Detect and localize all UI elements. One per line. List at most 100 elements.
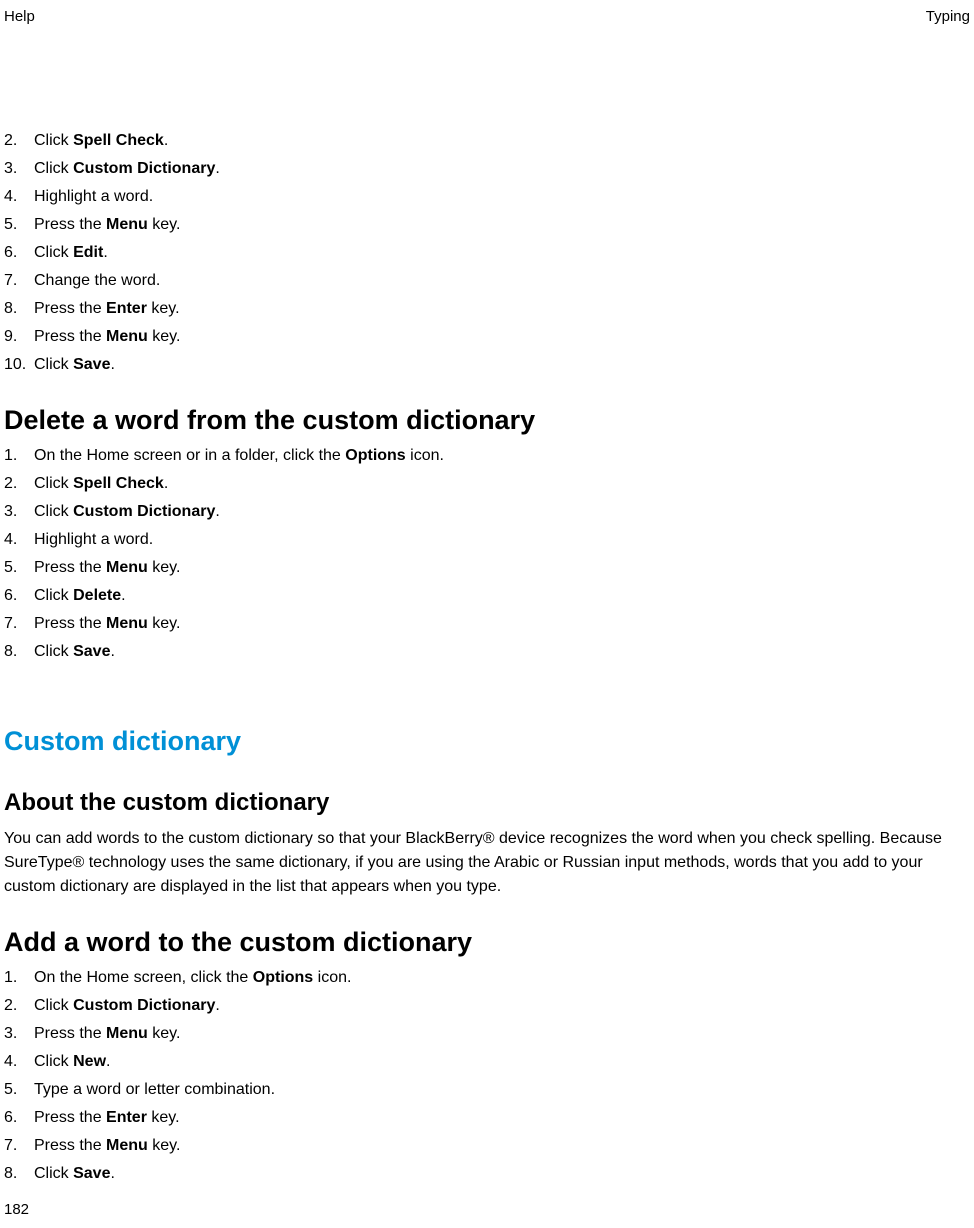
step-text: Click Edit. [34,241,108,265]
step-bold: Menu [106,328,148,345]
list-item: 3.Press the Menu key. [4,1022,970,1046]
step-text: Press the Menu key. [34,325,180,349]
list-item: 6.Click Delete. [4,584,970,608]
step-text: Press the Menu key. [34,213,180,237]
step-number: 4. [4,185,34,209]
step-bold: Custom Dictionary [73,160,215,177]
step-bold: New [73,1053,106,1070]
step-number: 1. [4,966,34,990]
heading-about-custom-dict: About the custom dictionary [4,789,970,817]
step-number: 6. [4,241,34,265]
step-text: Click Save. [34,1162,115,1186]
step-bold: Enter [106,1109,147,1126]
step-bold: Menu [106,559,148,576]
step-bold: Options [253,969,313,986]
step-bold: Save [73,356,110,373]
list-item: 5.Press the Menu key. [4,556,970,580]
header-right: Typing [926,8,970,25]
step-text: Press the Enter key. [34,1106,180,1130]
step-number: 5. [4,213,34,237]
list-item: 8.Click Save. [4,640,970,664]
step-text: Click Spell Check. [34,472,168,496]
step-number: 6. [4,584,34,608]
step-number: 8. [4,1162,34,1186]
step-bold: Custom Dictionary [73,997,215,1014]
step-text: Highlight a word. [34,185,153,209]
list-item: 4.Highlight a word. [4,185,970,209]
list-item: 8.Press the Enter key. [4,297,970,321]
list-item: 10.Click Save. [4,353,970,377]
list-item: 2.Click Spell Check. [4,472,970,496]
list-item: 5.Type a word or letter combination. [4,1078,970,1102]
step-number: 2. [4,129,34,153]
step-text: Click Spell Check. [34,129,168,153]
step-text: On the Home screen or in a folder, click… [34,444,444,468]
step-bold: Custom Dictionary [73,503,215,520]
list-item: 2.Click Custom Dictionary. [4,994,970,1018]
page-content: 2.Click Spell Check.3.Click Custom Dicti… [0,25,974,1186]
step-text: Click Custom Dictionary. [34,500,220,524]
step-number: 5. [4,556,34,580]
page-number: 182 [4,1201,29,1218]
step-number: 4. [4,1050,34,1074]
list-item: 7.Press the Menu key. [4,612,970,636]
step-text: On the Home screen, click the Options ic… [34,966,351,990]
heading-delete-word: Delete a word from the custom dictionary [4,405,970,436]
heading-add-word: Add a word to the custom dictionary [4,927,970,958]
steps-list-3: 1.On the Home screen, click the Options … [4,966,970,1186]
list-item: 6.Press the Enter key. [4,1106,970,1130]
header-left: Help [4,8,35,25]
step-text: Click Save. [34,353,115,377]
step-text: Click New. [34,1050,110,1074]
step-text: Press the Menu key. [34,1134,180,1158]
step-text: Press the Enter key. [34,297,180,321]
step-number: 8. [4,297,34,321]
list-item: 4.Highlight a word. [4,528,970,552]
step-text: Highlight a word. [34,528,153,552]
step-number: 10. [4,353,34,377]
step-text: Press the Menu key. [34,556,180,580]
page-header: Help Typing [0,0,974,25]
step-bold: Menu [106,216,148,233]
step-number: 8. [4,640,34,664]
heading-custom-dictionary: Custom dictionary [4,726,970,757]
step-text: Click Custom Dictionary. [34,994,220,1018]
step-text: Click Save. [34,640,115,664]
step-number: 7. [4,612,34,636]
step-bold: Edit [73,244,103,261]
list-item: 6.Click Edit. [4,241,970,265]
step-number: 2. [4,994,34,1018]
step-text: Type a word or letter combination. [34,1078,275,1102]
step-bold: Delete [73,587,121,604]
list-item: 1.On the Home screen, click the Options … [4,966,970,990]
step-number: 9. [4,325,34,349]
step-number: 3. [4,1022,34,1046]
list-item: 8.Click Save. [4,1162,970,1186]
step-bold: Spell Check [73,475,164,492]
step-bold: Menu [106,1025,148,1042]
list-item: 3.Click Custom Dictionary. [4,157,970,181]
list-item: 1.On the Home screen or in a folder, cli… [4,444,970,468]
step-bold: Spell Check [73,132,164,149]
step-number: 7. [4,269,34,293]
step-number: 6. [4,1106,34,1130]
step-text: Press the Menu key. [34,612,180,636]
list-item: 7.Change the word. [4,269,970,293]
step-text: Click Delete. [34,584,126,608]
step-text: Press the Menu key. [34,1022,180,1046]
steps-list-2: 1.On the Home screen or in a folder, cli… [4,444,970,664]
list-item: 5.Press the Menu key. [4,213,970,237]
step-number: 7. [4,1134,34,1158]
list-item: 2.Click Spell Check. [4,129,970,153]
step-number: 3. [4,157,34,181]
step-number: 5. [4,1078,34,1102]
step-bold: Enter [106,300,147,317]
step-bold: Save [73,643,110,660]
step-number: 3. [4,500,34,524]
list-item: 7.Press the Menu key. [4,1134,970,1158]
step-bold: Menu [106,615,148,632]
about-custom-dict-body: You can add words to the custom dictiona… [4,827,970,899]
step-number: 2. [4,472,34,496]
list-item: 3.Click Custom Dictionary. [4,500,970,524]
list-item: 9.Press the Menu key. [4,325,970,349]
